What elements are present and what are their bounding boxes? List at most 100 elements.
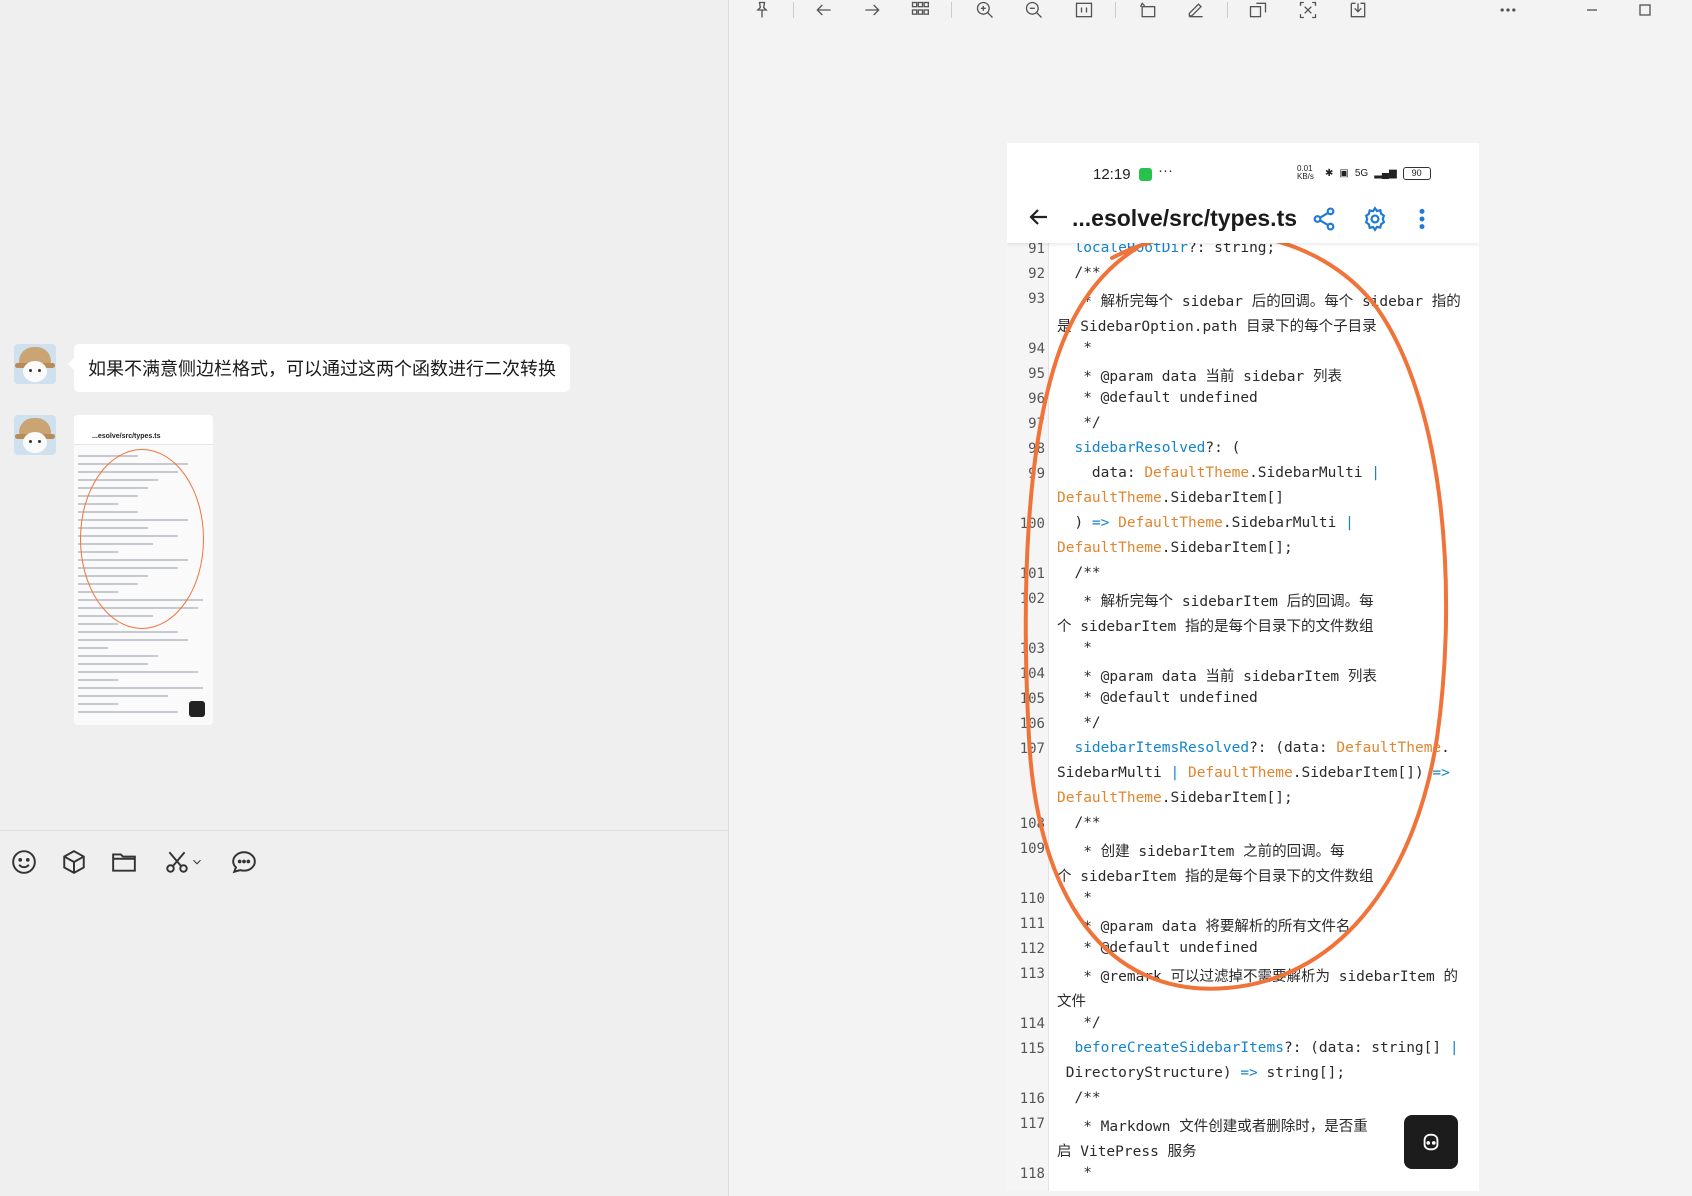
emoji-icon[interactable] <box>10 848 38 876</box>
battery-level: 90 <box>1411 168 1422 178</box>
share-icon <box>1311 206 1337 232</box>
zoom-in-icon[interactable] <box>972 0 998 20</box>
viewer-toolbar <box>729 0 1692 32</box>
code-line: * 解析完每个 sidebarItem 后的回调。每 <box>1057 594 1374 610</box>
minimize-icon[interactable] <box>1579 0 1605 20</box>
arrow-left-icon[interactable] <box>811 0 837 20</box>
line-number: 105 <box>1019 691 1045 707</box>
actual-size-icon[interactable] <box>1071 0 1097 20</box>
code-line: /** <box>1057 1090 1101 1106</box>
line-number: 102 <box>1019 591 1045 607</box>
line-number: 107 <box>1019 741 1045 757</box>
image-thumbnail[interactable]: ...esolve/src/types.ts <box>74 415 213 725</box>
wechat-notification-icon <box>1139 168 1152 181</box>
chat-message-image: ...esolve/src/types.ts <box>14 415 213 725</box>
code-view: 91 92 93 94 95 96 97 98 99 100 101 102 1… <box>1007 240 1479 1191</box>
code-line: /** <box>1057 815 1101 831</box>
line-number: 111 <box>1019 916 1045 932</box>
more-icon[interactable] <box>1495 0 1521 20</box>
code-line: DirectoryStructure) => string[]; <box>1057 1065 1346 1081</box>
code-line: beforeCreateSidebarItems?: (data: string… <box>1074 1040 1459 1056</box>
code-line: /** <box>1057 565 1101 581</box>
message-bubble[interactable]: 如果不满意侧边栏格式，可以通过这两个函数进行二次转换 <box>68 344 570 392</box>
code-line: 个 sidebarItem 指的是每个目录下的文件数组 <box>1057 619 1374 635</box>
code-line: * @default undefined <box>1057 390 1258 406</box>
translate-icon[interactable] <box>1295 0 1321 20</box>
chat-message-text: 如果不满意侧边栏格式，可以通过这两个函数进行二次转换 <box>14 344 570 392</box>
arrow-right-icon[interactable] <box>859 0 885 20</box>
download-icon[interactable] <box>1345 0 1371 20</box>
code-line: * <box>1057 1165 1092 1181</box>
bluetooth-icon: ✱ <box>1325 167 1334 179</box>
network-speed: 0.01 KB/s <box>1297 164 1314 181</box>
line-number: 93 <box>1028 291 1045 307</box>
line-number: 99 <box>1028 466 1045 482</box>
line-number: 97 <box>1028 416 1045 432</box>
line-number: 108 <box>1019 816 1045 832</box>
avatar[interactable] <box>14 344 56 384</box>
line-number: 118 <box>1019 1166 1045 1182</box>
chat-pane: 如果不满意侧边栏格式，可以通过这两个函数进行二次转换 ...esolve/src… <box>0 0 728 1196</box>
line-number: 100 <box>1019 516 1045 532</box>
code-line: DefaultTheme.SidebarItem[]; <box>1057 540 1293 556</box>
zoom-out-icon[interactable] <box>1021 0 1047 20</box>
hd-icon: ▣ <box>1339 167 1349 179</box>
status-time: 12:19 <box>1093 166 1131 183</box>
code-line: DefaultTheme.SidebarItem[] <box>1057 490 1284 506</box>
code-line: 个 sidebarItem 指的是每个目录下的文件数组 <box>1057 869 1374 885</box>
battery-icon: 90 <box>1402 166 1431 180</box>
code-line: data: DefaultTheme.SidebarMulti | <box>1057 465 1381 481</box>
chevron-down-icon <box>193 859 201 865</box>
copilot-button <box>1404 1115 1458 1169</box>
line-number: 110 <box>1019 891 1045 907</box>
code-line: * <box>1057 890 1092 906</box>
line-number: 98 <box>1028 441 1045 457</box>
code-line: /** <box>1057 265 1101 281</box>
code-line: sidebarItemsResolved?: (data: DefaultThe… <box>1074 740 1450 756</box>
code-line: * @param data 当前 sidebarItem 列表 <box>1057 669 1377 685</box>
scissors-icon <box>166 851 188 873</box>
line-number: 109 <box>1019 841 1045 857</box>
line-number: 95 <box>1028 366 1045 382</box>
scissors-button[interactable] <box>160 848 208 876</box>
code-line: ) => DefaultTheme.SidebarMulti | <box>1057 515 1354 531</box>
gear-icon <box>1362 206 1388 232</box>
code-lines: localeRootDir?: string; /** * 解析完每个 side… <box>1057 240 1477 1191</box>
image-viewer: 12:19 ··· 0.01 KB/s ✱ ▣ 5G ▂▄▆ 90 ...eso… <box>728 0 1692 1196</box>
network-type: 5G <box>1354 167 1369 179</box>
thumbnail-title: ...esolve/src/types.ts <box>92 433 161 440</box>
box-icon[interactable] <box>60 848 88 876</box>
code-line: 是 SidebarOption.path 目录下的每个子目录 <box>1057 319 1377 335</box>
line-number: 116 <box>1019 1091 1045 1107</box>
phone-screenshot: 12:19 ··· 0.01 KB/s ✱ ▣ 5G ▂▄▆ 90 ...eso… <box>1007 143 1479 1191</box>
line-number: 112 <box>1019 941 1045 957</box>
maximize-icon[interactable] <box>1632 0 1658 20</box>
status-dots: ··· <box>1158 162 1173 179</box>
pin-icon[interactable] <box>749 0 775 20</box>
line-number: 114 <box>1019 1016 1045 1032</box>
code-line: * 解析完每个 sidebar 后的回调。每个 sidebar 指的 <box>1057 294 1461 310</box>
code-line: sidebarResolved?: ( <box>1074 440 1241 456</box>
code-line: * @default undefined <box>1057 940 1258 956</box>
line-number: 113 <box>1019 966 1045 982</box>
code-line: * @param data 当前 sidebar 列表 <box>1057 369 1342 385</box>
grid-icon[interactable] <box>907 0 933 20</box>
status-bar: 12:19 ··· 0.01 KB/s ✱ ▣ 5G ▂▄▆ 90 <box>1007 143 1479 193</box>
chat-bubble-icon[interactable] <box>230 848 258 876</box>
thumbnail-action-button <box>189 701 205 717</box>
line-number: 92 <box>1028 266 1045 282</box>
edit-icon[interactable] <box>1183 0 1209 20</box>
avatar[interactable] <box>14 415 56 455</box>
line-number: 106 <box>1019 716 1045 732</box>
code-line: * <box>1057 640 1092 656</box>
line-number: 104 <box>1019 666 1045 682</box>
code-line: * @remark 可以过滤掉不需要解析为 sidebarItem 的 <box>1057 969 1458 985</box>
ocr-icon[interactable] <box>1245 0 1271 20</box>
rotate-icon[interactable] <box>1135 0 1161 20</box>
line-number: 115 <box>1019 1041 1045 1057</box>
code-line: * <box>1057 340 1092 356</box>
code-line: * 创建 sidebarItem 之前的回调。每 <box>1057 844 1345 860</box>
code-line: 文件 <box>1057 994 1086 1010</box>
code-line: */ <box>1057 715 1101 731</box>
folder-icon[interactable] <box>110 848 138 876</box>
